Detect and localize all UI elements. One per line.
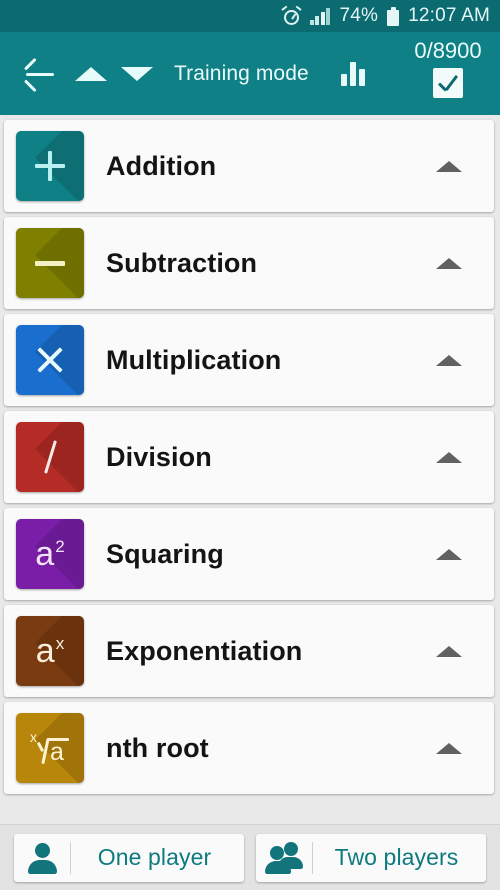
operation-tile-nth-root: x a — [16, 713, 84, 783]
person-icon — [14, 834, 70, 882]
page-title: Training mode — [174, 61, 309, 85]
chevron-up-icon[interactable] — [436, 452, 462, 463]
operation-label: Division — [106, 441, 212, 472]
one-player-button[interactable]: One player — [14, 833, 244, 882]
triangle-down-icon[interactable] — [114, 44, 160, 104]
one-player-label: One player — [97, 844, 212, 870]
list-item-addition[interactable]: Addition — [4, 120, 494, 212]
triangle-up-icon[interactable] — [68, 44, 114, 104]
two-players-button[interactable]: Two players — [256, 833, 486, 882]
operation-tile-multiplication — [16, 325, 84, 395]
list-item-division[interactable]: Division — [4, 411, 494, 503]
exponentiation-exponent-glyph: x — [55, 634, 65, 653]
operation-label: Addition — [106, 150, 217, 181]
operation-label: Subtraction — [106, 247, 258, 278]
chevron-up-icon[interactable] — [436, 258, 462, 269]
battery-percent-label: 74% — [339, 5, 379, 26]
progress-group: 0/8900 — [404, 38, 492, 98]
app-toolbar: Training mode 0/8900 — [0, 32, 500, 115]
operations-list: Addition Subtraction Multiplication Divi… — [0, 115, 500, 824]
operation-tile-exponentiation: a x — [16, 616, 84, 686]
operation-tile-addition — [16, 131, 84, 201]
list-item-squaring[interactable]: a 2 Squaring — [4, 508, 494, 600]
operation-tile-subtraction — [16, 228, 84, 298]
chevron-up-icon[interactable] — [436, 355, 462, 366]
operation-label: Exponentiation — [106, 635, 303, 666]
chevron-up-icon[interactable] — [436, 549, 462, 560]
clock-label: 12:07 AM — [408, 5, 490, 26]
progress-count-label: 0/8900 — [414, 38, 482, 63]
operation-label: Multiplication — [106, 344, 282, 375]
status-bar: 74% 12:07 AM — [0, 0, 500, 32]
people-icon — [256, 834, 312, 882]
list-item-exponentiation[interactable]: a x Exponentiation — [4, 605, 494, 697]
chevron-up-icon[interactable] — [436, 646, 462, 657]
chevron-up-icon[interactable] — [436, 161, 462, 172]
list-item-nth-root[interactable]: x a nth root — [4, 702, 494, 794]
operation-tile-division — [16, 422, 84, 492]
list-item-subtraction[interactable]: Subtraction — [4, 217, 494, 309]
app-root: 74% 12:07 AM Training mode 0/8900 Additi… — [0, 0, 500, 890]
root-radicand-glyph: a — [50, 738, 64, 766]
signal-bars-icon — [309, 7, 331, 25]
operation-tile-squaring: a 2 — [16, 519, 84, 589]
operation-label: nth root — [106, 732, 209, 763]
radical-icon: x a — [28, 730, 72, 766]
squaring-base-glyph: a — [35, 535, 55, 573]
bottom-action-bar: One player Two players — [0, 824, 500, 890]
exponentiation-base-glyph: a — [35, 632, 55, 670]
bar-chart-icon[interactable] — [340, 61, 365, 86]
squaring-exponent-glyph: 2 — [55, 537, 65, 556]
back-arrow-icon[interactable] — [16, 44, 68, 104]
two-players-label: Two players — [334, 844, 459, 870]
battery-icon — [387, 6, 400, 26]
select-all-checkbox[interactable] — [433, 68, 463, 98]
chevron-up-icon[interactable] — [436, 743, 462, 754]
root-index-glyph: x — [30, 729, 37, 745]
list-item-multiplication[interactable]: Multiplication — [4, 314, 494, 406]
operation-label: Squaring — [106, 538, 224, 569]
alarm-clock-icon — [281, 5, 302, 26]
